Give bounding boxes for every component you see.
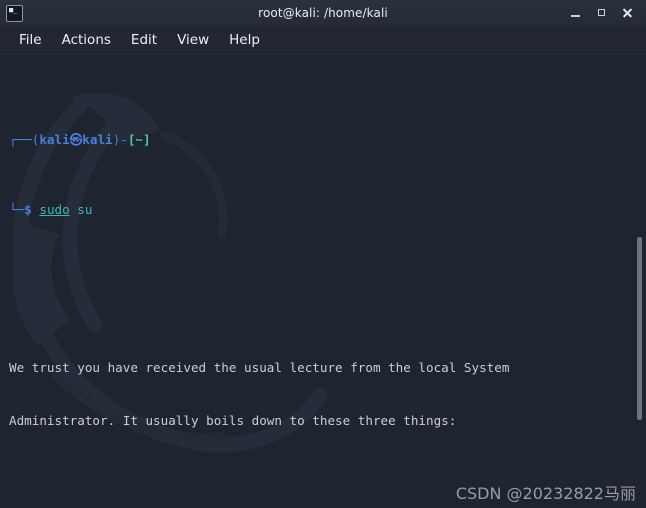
titlebar[interactable]: ■_ root@kali: /home/kali <box>0 0 646 26</box>
prompt-sigil-1: $ <box>24 202 32 218</box>
terminal-output: ┌──(kali㉿kali)-[~] └─$ sudo su We trust … <box>0 55 646 508</box>
menu-item-help[interactable]: Help <box>219 30 270 50</box>
prompt-dash-1: - <box>120 132 128 148</box>
lecture-line: We trust you have received the usual lec… <box>9 360 510 376</box>
prompt-user-1: kali <box>39 132 70 148</box>
prompt-host-1: kali <box>82 132 113 148</box>
close-icon[interactable] <box>621 7 634 20</box>
terminal-icon: ■_ <box>6 4 23 22</box>
maximize-icon[interactable] <box>595 7 608 20</box>
scrollbar-thumb[interactable] <box>637 237 642 420</box>
menu-item-view[interactable]: View <box>167 30 219 50</box>
prompt-path-1: [~] <box>127 132 151 148</box>
csdn-watermark: CSDN @20232822马丽 <box>455 484 636 503</box>
prompt-corner-1: ┌── <box>9 132 32 148</box>
command-sudo: sudo <box>39 202 70 218</box>
minimize-icon[interactable] <box>569 7 582 20</box>
menu-item-actions[interactable]: Actions <box>52 30 121 50</box>
command-su: su <box>69 202 93 218</box>
lecture-line: Administrator. It usually boils down to … <box>9 412 457 428</box>
prompt-line-command-1: └─$ sudo su <box>9 201 646 219</box>
terminal-icon-glyph: ■_ <box>9 5 18 14</box>
terminal-area[interactable]: ┌──(kali㉿kali)-[~] └─$ sudo su We trust … <box>0 55 646 508</box>
terminal-window: ■_ root@kali: /home/kali File Actions Ed… <box>0 0 646 508</box>
window-title: root@kali: /home/kali <box>258 6 388 20</box>
menu-item-edit[interactable]: Edit <box>121 30 167 50</box>
prompt-separator-icon-1: ㉿ <box>69 132 83 148</box>
menubar: File Actions Edit View Help <box>0 26 646 55</box>
scrollbar[interactable] <box>633 55 646 508</box>
menu-item-file[interactable]: File <box>9 30 52 50</box>
prompt-line-corner-1: ┌──(kali㉿kali)-[~] <box>9 131 646 149</box>
window-controls <box>569 7 640 20</box>
prompt-branch-1: └─ <box>9 202 25 218</box>
